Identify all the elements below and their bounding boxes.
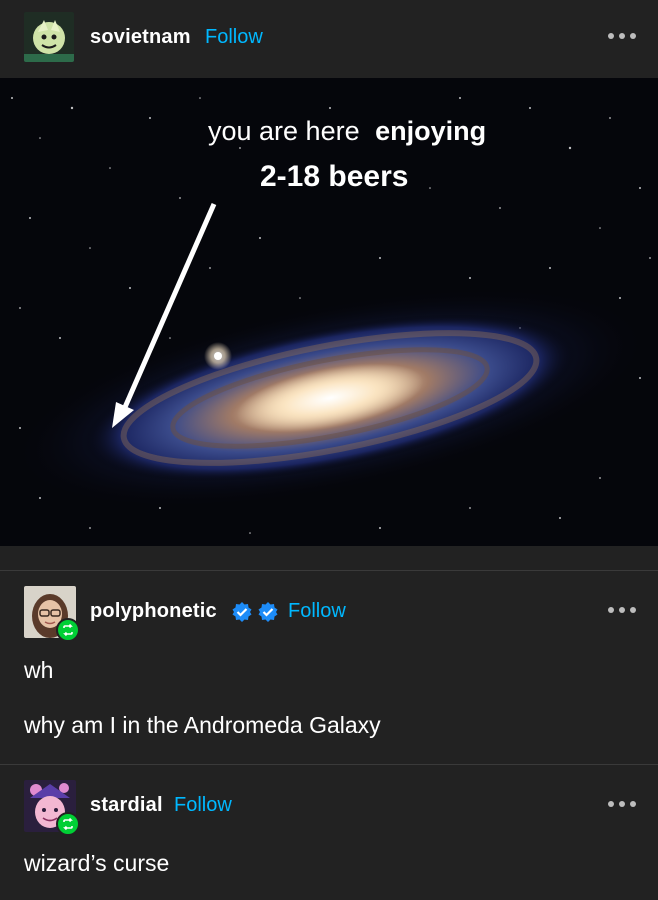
post-header: sovietnam Follow [0,8,658,68]
post-image[interactable]: you are here enjoying 2-18 beers [0,78,658,546]
reblog-icon [56,618,80,642]
username[interactable]: sovietnam [90,26,191,49]
galaxy-image: you are here enjoying 2-18 beers [0,78,658,546]
avatar[interactable] [24,12,74,62]
caption-line-2: 2-18 beers [260,160,408,193]
username[interactable]: polyphonetic [90,600,217,623]
verified-badge-icon [232,602,252,622]
avatar-image [24,12,74,62]
follow-button[interactable]: Follow [288,600,346,623]
post-text: wizard’s curse [24,850,170,876]
follow-button[interactable]: Follow [205,26,263,49]
username[interactable]: stardial [90,794,163,817]
divider [0,764,658,765]
reblog-header: stardial Follow [0,776,658,836]
more-options-icon[interactable] [608,32,636,40]
verified-badge-icon [258,602,278,622]
post-text: wh [24,657,54,683]
divider [0,570,658,571]
follow-button[interactable]: Follow [174,794,232,817]
caption-line-1: you are here enjoying [208,116,486,146]
more-options-icon[interactable] [608,606,636,614]
reblog-header: polyphonetic Follow [0,582,658,642]
post-text: why am I in the Andromeda Galaxy [24,712,381,738]
reblog-icon [56,812,80,836]
more-options-icon[interactable] [608,800,636,808]
